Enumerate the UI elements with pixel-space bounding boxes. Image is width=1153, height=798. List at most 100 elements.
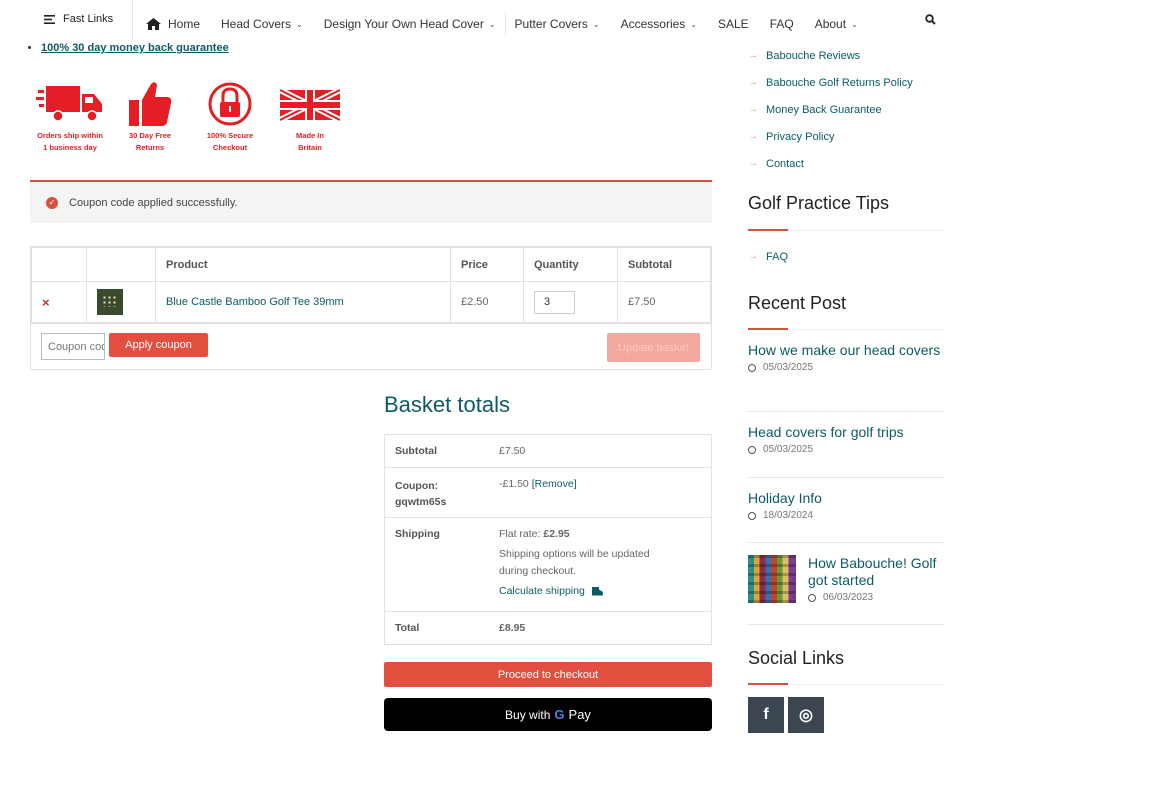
- header-price: Price: [450, 247, 524, 282]
- nav-label: Putter Covers: [514, 17, 588, 31]
- nav-label: Accessories: [620, 17, 686, 31]
- nav-item-accessories[interactable]: Accessories ⌄: [621, 17, 697, 31]
- item-subtotal: £7.50: [617, 281, 711, 323]
- nav-label: SALE: [718, 17, 749, 31]
- gpay-pay: Pay: [568, 707, 591, 722]
- badge-caption: 100% Secure Checkout: [206, 131, 254, 152]
- product-link[interactable]: Blue Castle Bamboo Golf Tee 39mm: [166, 296, 344, 308]
- badge-secure: 100% Secure Checkout: [190, 80, 270, 154]
- header-remove: [31, 247, 87, 282]
- facebook-button[interactable]: f: [748, 697, 784, 733]
- header-thumbnail: [86, 247, 156, 282]
- shipping-label: Shipping: [395, 528, 440, 540]
- coupon-value: -£1.50 [Remove]: [499, 478, 577, 490]
- guarantee-link[interactable]: 100% 30 day money back guarantee: [41, 42, 229, 54]
- guarantee-item: 100% 30 day money back guarantee: [41, 42, 229, 54]
- fast-links-label: Fast Links: [63, 13, 114, 25]
- basket-totals-title: Basket totals: [384, 392, 510, 417]
- post-divider: [748, 624, 944, 625]
- nav-label: Design Your Own Head Cover: [323, 17, 484, 31]
- cart-table: Product Price Quantity Subtotal × Blue C…: [30, 246, 712, 370]
- clock-icon: [808, 593, 816, 602]
- tips-links: → FAQ: [748, 243, 788, 270]
- shipping-value: Flat rate: £2.95 Shipping options will b…: [499, 518, 711, 611]
- truck-icon: [36, 86, 102, 122]
- post-title[interactable]: How Babouche! Golf got started: [808, 555, 948, 589]
- table-row: × Blue Castle Bamboo Golf Tee 39mm £2.50…: [31, 281, 711, 323]
- chevron-down-icon: ⌄: [592, 19, 600, 29]
- badge-caption: 30 Day Free Returns: [128, 131, 172, 152]
- header-quantity: Quantity: [523, 247, 618, 282]
- nav-divider: [504, 13, 506, 35]
- item-price: £2.50: [450, 281, 524, 323]
- post-title[interactable]: Holiday Info: [748, 490, 944, 507]
- quantity-input[interactable]: 3: [534, 290, 575, 314]
- apply-coupon-button[interactable]: Apply coupon: [109, 333, 208, 357]
- recent-post-item[interactable]: How we make our head covers 05/03/2025: [748, 342, 944, 373]
- lock-icon: [208, 82, 252, 126]
- calculate-shipping-link[interactable]: Calculate shipping: [499, 585, 711, 597]
- section-divider: [748, 229, 944, 231]
- clock-icon: [748, 511, 756, 520]
- recent-post-item[interactable]: Holiday Info 18/03/2024: [748, 490, 944, 521]
- sidebar-link-returns[interactable]: → Babouche Golf Returns Policy: [748, 69, 913, 96]
- search-button[interactable]: [925, 14, 939, 28]
- nav-item-head-covers[interactable]: Head Covers ⌄: [221, 17, 303, 31]
- coupon-code-input[interactable]: Coupon code: [41, 333, 105, 360]
- gpay-prefix: Buy with: [505, 707, 551, 722]
- product-thumbnail[interactable]: [97, 289, 123, 315]
- fast-links-toggle[interactable]: Fast Links: [44, 13, 113, 25]
- basket-totals-table: Subtotal £7.50 Coupon: gqwtm65s -£1.50 [R…: [384, 434, 712, 645]
- nav-label: Head Covers: [221, 17, 292, 31]
- post-title[interactable]: Head covers for golf trips: [748, 424, 944, 441]
- arrow-right-icon: →: [748, 158, 758, 169]
- sidebar-link-money-back[interactable]: → Money Back Guarantee: [748, 96, 913, 123]
- instagram-button[interactable]: ◎: [788, 697, 824, 733]
- nav-home-label: Home: [168, 17, 201, 31]
- proceed-to-checkout-button[interactable]: Proceed to checkout: [384, 662, 712, 687]
- facebook-icon: f: [763, 706, 769, 723]
- sidebar-links: → Babouche Reviews → Babouche Golf Returns…: [748, 42, 913, 177]
- nav-item-faq[interactable]: FAQ: [770, 17, 794, 31]
- nav-item-design-your-own[interactable]: Design Your Own Head Cover ⌄: [324, 17, 496, 31]
- google-g-icon: G: [554, 707, 565, 722]
- nav-divider: [132, 0, 133, 40]
- nav-item-about[interactable]: About ⌄: [815, 17, 858, 31]
- clock-icon: [748, 363, 756, 372]
- sidebar-link-reviews[interactable]: → Babouche Reviews: [748, 42, 913, 69]
- nav-label: FAQ: [769, 17, 794, 31]
- sidebar-link-contact[interactable]: → Contact: [748, 150, 913, 177]
- subtotal-value: £7.50: [499, 445, 526, 457]
- recent-post-item[interactable]: Head covers for golf trips 05/03/2025: [748, 424, 944, 455]
- arrow-right-icon: →: [748, 131, 758, 142]
- chevron-down-icon: ⌄: [488, 19, 496, 29]
- post-thumbnail[interactable]: [748, 555, 796, 603]
- google-pay-button[interactable]: Buy with G Pay: [384, 698, 712, 731]
- menu-icon: [44, 14, 55, 24]
- section-divider: [748, 683, 944, 685]
- post-divider: [748, 477, 944, 478]
- truck-icon: [591, 586, 603, 596]
- top-navigation: Fast Links Home Head Covers ⌄ Design Your…: [0, 0, 1153, 42]
- recent-post-title: Recent Post: [748, 293, 847, 313]
- check-circle-icon: ✓: [46, 196, 58, 209]
- post-title[interactable]: How we make our head covers: [748, 342, 944, 359]
- update-basket-button[interactable]: Update basket: [607, 333, 700, 362]
- remove-item-button[interactable]: ×: [42, 295, 50, 310]
- nav-item-putter-covers[interactable]: Putter Covers ⌄: [515, 17, 600, 31]
- nav-item-home[interactable]: Home: [146, 17, 200, 31]
- sidebar-link-faq[interactable]: → FAQ: [748, 243, 788, 270]
- social-links: f ◎: [748, 697, 824, 733]
- post-date: 05/03/2025: [748, 362, 944, 373]
- coupon-success-notice: ✓ Coupon code applied successfully.: [30, 180, 712, 223]
- trust-badges: Orders ship within 1 business day 30 Day …: [30, 80, 350, 154]
- total-label: Total: [395, 622, 420, 634]
- notice-text: Coupon code applied successfully.: [69, 196, 238, 209]
- chevron-down-icon: ⌄: [296, 19, 303, 29]
- social-links-title: Social Links: [748, 648, 845, 668]
- nav-item-sale[interactable]: SALE: [718, 17, 749, 31]
- recent-post-item[interactable]: How Babouche! Golf got started 06/03/202…: [808, 555, 948, 603]
- main-menu: Home Head Covers ⌄ Design Your Own Head C…: [146, 13, 879, 35]
- remove-coupon-link[interactable]: [Remove]: [532, 478, 577, 490]
- sidebar-link-privacy[interactable]: → Privacy Policy: [748, 123, 913, 150]
